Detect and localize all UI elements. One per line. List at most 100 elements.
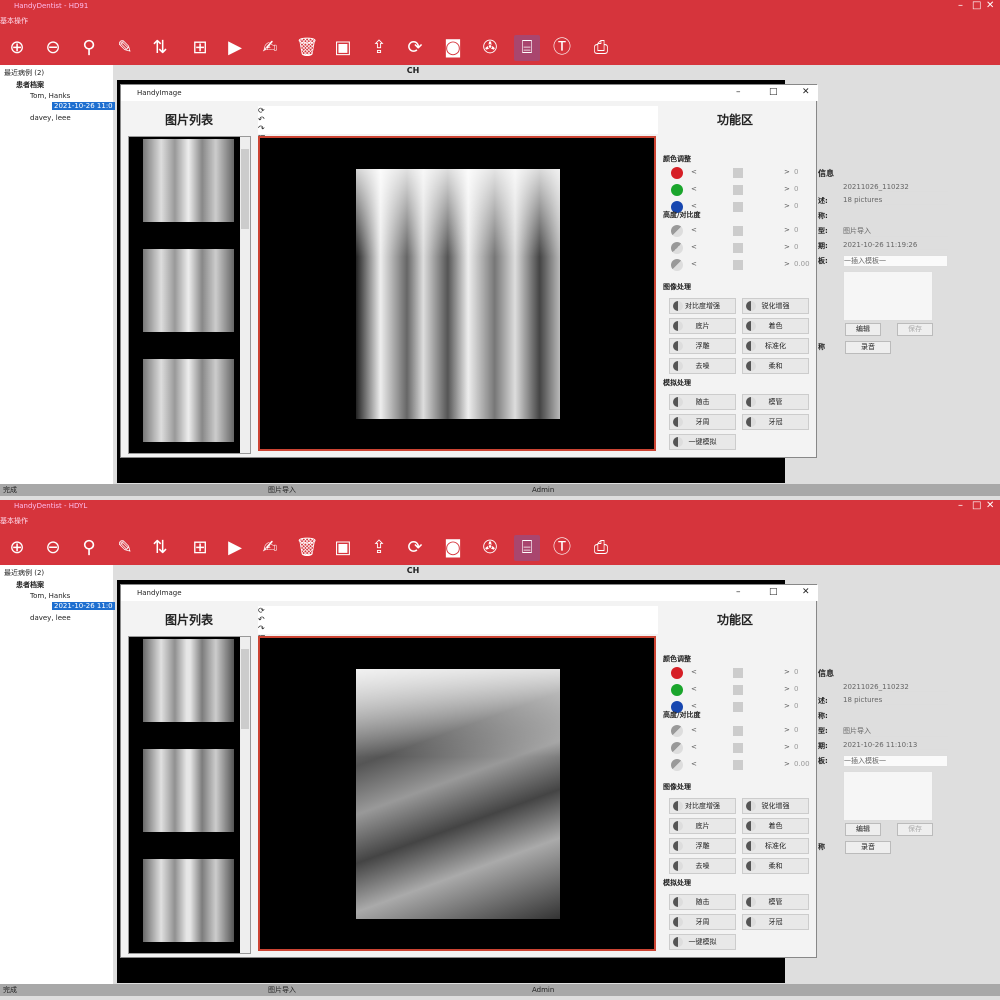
menu-item[interactable]: 基本操作 <box>0 512 1000 530</box>
proc-button[interactable]: 着色 <box>742 818 809 834</box>
slider-left-arrow[interactable]: < <box>691 668 697 676</box>
print-icon[interactable]: ⎙ <box>588 535 614 561</box>
camera-icon[interactable]: ◙ <box>440 35 466 61</box>
proc-button[interactable]: 锐化增强 <box>742 798 809 814</box>
pencil-icon[interactable]: ✎ <box>112 535 138 561</box>
proc-button[interactable]: 锐化增强 <box>742 298 809 314</box>
notes-textarea[interactable] <box>843 271 933 321</box>
edit-button[interactable]: 编辑 <box>845 823 881 836</box>
save-button[interactable]: 保存 <box>897 823 933 836</box>
tree-root[interactable]: 患者档案 <box>16 580 44 590</box>
search-icon[interactable]: ⚲ <box>76 35 102 61</box>
thumbnail[interactable] <box>143 859 234 942</box>
sim-button[interactable]: 牙周 <box>669 914 736 930</box>
dialog-minimize[interactable]: – <box>736 587 741 597</box>
tree-patient[interactable]: Tom, Hanks <box>30 592 70 600</box>
scanner-icon[interactable]: ⌸ <box>514 35 540 61</box>
slider-right-arrow[interactable]: > <box>784 743 790 751</box>
proc-button[interactable]: 柔和 <box>742 858 809 874</box>
slider-left-arrow[interactable]: < <box>691 260 697 268</box>
pencil-icon[interactable]: ✎ <box>112 35 138 61</box>
template-select[interactable]: 一插入模板一 <box>843 755 948 767</box>
minus-icon[interactable]: ⊖ <box>40 535 66 561</box>
tree-record[interactable]: 2021-10-26 11:0 <box>52 102 115 110</box>
proc-button[interactable]: 标准化 <box>742 838 809 854</box>
proc-button[interactable]: 底片 <box>669 318 736 334</box>
trash-icon[interactable]: 🗑 <box>294 535 320 561</box>
add-icon[interactable]: ⊕ <box>4 535 30 561</box>
tree-recent[interactable]: 最近病例 (2) <box>4 68 44 78</box>
image-tool-icon[interactable]: ↷ <box>258 124 658 133</box>
sort-icon[interactable]: ⇅ <box>147 35 173 61</box>
slider-right-arrow[interactable]: > <box>784 760 790 768</box>
slider-right-arrow[interactable]: > <box>784 260 790 268</box>
thumbnail-scrollbar[interactable] <box>240 637 250 953</box>
sim-button[interactable]: 牙周 <box>669 414 736 430</box>
tree-record[interactable]: 2021-10-26 11:0 <box>52 602 115 610</box>
close-button[interactable]: ✕ <box>986 500 994 511</box>
tree-patient[interactable]: davey, leee <box>30 614 71 622</box>
proc-button[interactable]: 对比度增强 <box>669 298 736 314</box>
proc-button[interactable]: 柔和 <box>742 358 809 374</box>
sim-button[interactable]: 随击 <box>669 894 736 910</box>
image-icon[interactable]: ▣ <box>330 35 356 61</box>
dialog-maximize[interactable]: □ <box>769 87 778 97</box>
image-tool-icon[interactable]: ↶ <box>258 615 658 624</box>
scanner-icon[interactable]: ⌸ <box>514 535 540 561</box>
record-button[interactable]: 录音 <box>845 341 891 354</box>
slider-right-arrow[interactable]: > <box>784 685 790 693</box>
notes-textarea[interactable] <box>843 771 933 821</box>
trash-icon[interactable]: 🗑 <box>294 35 320 61</box>
record-button[interactable]: 录音 <box>845 841 891 854</box>
image-tool-icon[interactable]: ↶ <box>258 115 658 124</box>
minimize-button[interactable]: – <box>958 0 963 11</box>
thumbnail[interactable] <box>143 359 234 442</box>
slider-right-arrow[interactable]: > <box>784 168 790 176</box>
tree-recent[interactable]: 最近病例 (2) <box>4 568 44 578</box>
slider-right-arrow[interactable]: > <box>784 185 790 193</box>
sim-button[interactable]: 一键模拟 <box>669 934 736 950</box>
tw-icon[interactable]: Ⓣ <box>549 535 575 561</box>
refresh-icon[interactable]: ⟳ <box>402 535 428 561</box>
sim-button[interactable]: 牙冠 <box>742 414 809 430</box>
slider-left-arrow[interactable]: < <box>691 760 697 768</box>
image-tool-icon[interactable]: ↷ <box>258 624 658 633</box>
maximize-button[interactable]: □ <box>972 500 981 511</box>
thumbnail-scrollbar[interactable] <box>240 137 250 453</box>
thumbnail[interactable] <box>143 749 234 832</box>
scroll-thumb[interactable] <box>241 649 249 729</box>
sort-icon[interactable]: ⇅ <box>147 535 173 561</box>
thumbnail[interactable] <box>143 139 234 222</box>
slider-left-arrow[interactable]: < <box>691 243 697 251</box>
sim-button[interactable]: 牙冠 <box>742 914 809 930</box>
play-icon[interactable]: ▶ <box>222 535 248 561</box>
close-button[interactable]: ✕ <box>986 0 994 11</box>
maximize-button[interactable]: □ <box>972 0 981 11</box>
slider-left-arrow[interactable]: < <box>691 743 697 751</box>
image-tool-icon[interactable]: ⟳ <box>258 106 658 115</box>
slider-thumb[interactable] <box>733 185 743 195</box>
proc-button[interactable]: 去噪 <box>669 858 736 874</box>
slider-thumb[interactable] <box>733 743 743 753</box>
slider-left-arrow[interactable]: < <box>691 685 697 693</box>
slider-right-arrow[interactable]: > <box>784 243 790 251</box>
tree-root[interactable]: 患者档案 <box>16 80 44 90</box>
slider-right-arrow[interactable]: > <box>784 202 790 210</box>
export-icon[interactable]: ⇪ <box>366 535 392 561</box>
print-icon[interactable]: ⎙ <box>588 35 614 61</box>
slider-thumb[interactable] <box>733 726 743 736</box>
slider-left-arrow[interactable]: < <box>691 185 697 193</box>
slider-thumb[interactable] <box>733 702 743 712</box>
slider-left-arrow[interactable]: < <box>691 726 697 734</box>
thumbnail[interactable] <box>143 639 234 722</box>
template-select[interactable]: 一插入模板一 <box>843 255 948 267</box>
slider-thumb[interactable] <box>733 226 743 236</box>
proc-button[interactable]: 浮雕 <box>669 838 736 854</box>
scroll-thumb[interactable] <box>241 149 249 229</box>
slider-left-arrow[interactable]: < <box>691 702 697 710</box>
proc-button[interactable]: 底片 <box>669 818 736 834</box>
dialog-maximize[interactable]: □ <box>769 587 778 597</box>
tree-patient[interactable]: davey, leee <box>30 114 71 122</box>
menu-item[interactable]: 基本操作 <box>0 12 1000 30</box>
slider-right-arrow[interactable]: > <box>784 702 790 710</box>
